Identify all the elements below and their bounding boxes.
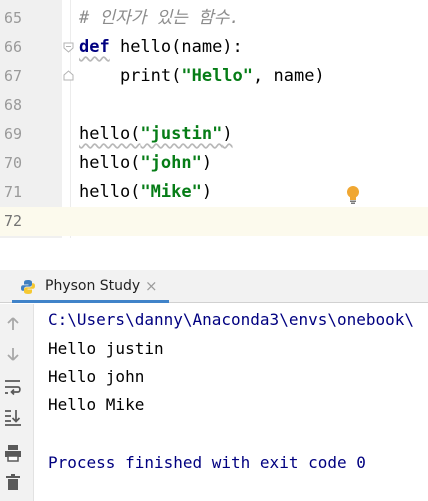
python-icon: [21, 280, 35, 294]
code-fragment: hello(: [79, 153, 141, 173]
close-icon[interactable]: ×: [145, 270, 158, 303]
console-output-line: Hello Mike: [48, 395, 145, 414]
line-number: 65: [3, 9, 22, 27]
string-literal: "Hello": [181, 66, 254, 86]
line-number: 71: [3, 183, 22, 201]
code-fragment: hello(: [79, 182, 141, 202]
code-editor[interactable]: 65 # 인자가 있는 함수. 66 def hello(name): 67 p…: [0, 0, 428, 238]
function-signature: hello(name):: [109, 37, 243, 57]
arrow-up-icon[interactable]: [3, 314, 23, 334]
console-output-line: Hello justin: [48, 339, 164, 358]
run-tab[interactable]: Physon Study ×: [12, 270, 169, 303]
console-toolbar: [0, 304, 34, 501]
keyword-def: def: [79, 37, 110, 57]
print-icon[interactable]: [3, 443, 23, 463]
console-command-line: C:\Users\danny\Anaconda3\envs\onebook\: [48, 310, 415, 329]
code-fragment: print(: [79, 66, 182, 86]
panel-gap: [0, 238, 428, 270]
code-fragment: ): [201, 182, 213, 202]
console-output-line: Hello john: [48, 367, 145, 386]
arrow-down-icon[interactable]: [3, 344, 23, 364]
code-text: hello("john"): [79, 149, 212, 178]
fold-start-icon[interactable]: [63, 42, 74, 53]
code-fragment: , name): [253, 66, 325, 86]
string-literal: "justin": [140, 124, 223, 144]
code-fragment: ): [201, 153, 213, 173]
scroll-to-end-icon[interactable]: [3, 407, 23, 427]
code-text: hello("justin"): [79, 120, 233, 149]
code-text: def hello(name):: [79, 33, 243, 62]
code-line[interactable]: 68: [0, 91, 428, 120]
code-line[interactable]: 65 # 인자가 있는 함수.: [0, 4, 428, 33]
code-text: print("Hello", name): [79, 62, 325, 91]
line-number: 67: [3, 67, 22, 85]
code-fragment: ): [222, 124, 233, 144]
code-fragment: hello(: [79, 124, 141, 144]
line-number: 68: [3, 96, 22, 114]
console-exit-message: Process finished with exit code 0: [48, 453, 366, 472]
string-literal: "Mike": [140, 182, 202, 202]
fold-end-icon[interactable]: [63, 70, 74, 81]
line-number: 69: [3, 125, 22, 143]
run-panel-header: Physon Study ×: [0, 270, 428, 303]
current-code-line[interactable]: 72: [0, 207, 428, 236]
lightbulb-icon[interactable]: [346, 185, 360, 205]
code-line[interactable]: 69 hello("justin"): [0, 120, 428, 149]
line-number: 70: [3, 154, 22, 172]
line-number: 72: [3, 212, 22, 230]
soft-wrap-icon[interactable]: [3, 377, 23, 397]
code-line[interactable]: 71 hello("Mike"): [0, 178, 428, 207]
run-tab-label: Physon Study: [45, 278, 141, 294]
string-literal: "john": [140, 153, 202, 173]
code-comment: # 인자가 있는 함수.: [79, 8, 240, 28]
line-number: 66: [3, 38, 22, 56]
trash-icon[interactable]: [3, 472, 23, 492]
code-line[interactable]: 70 hello("john"): [0, 149, 428, 178]
code-text: hello("Mike"): [79, 178, 212, 207]
